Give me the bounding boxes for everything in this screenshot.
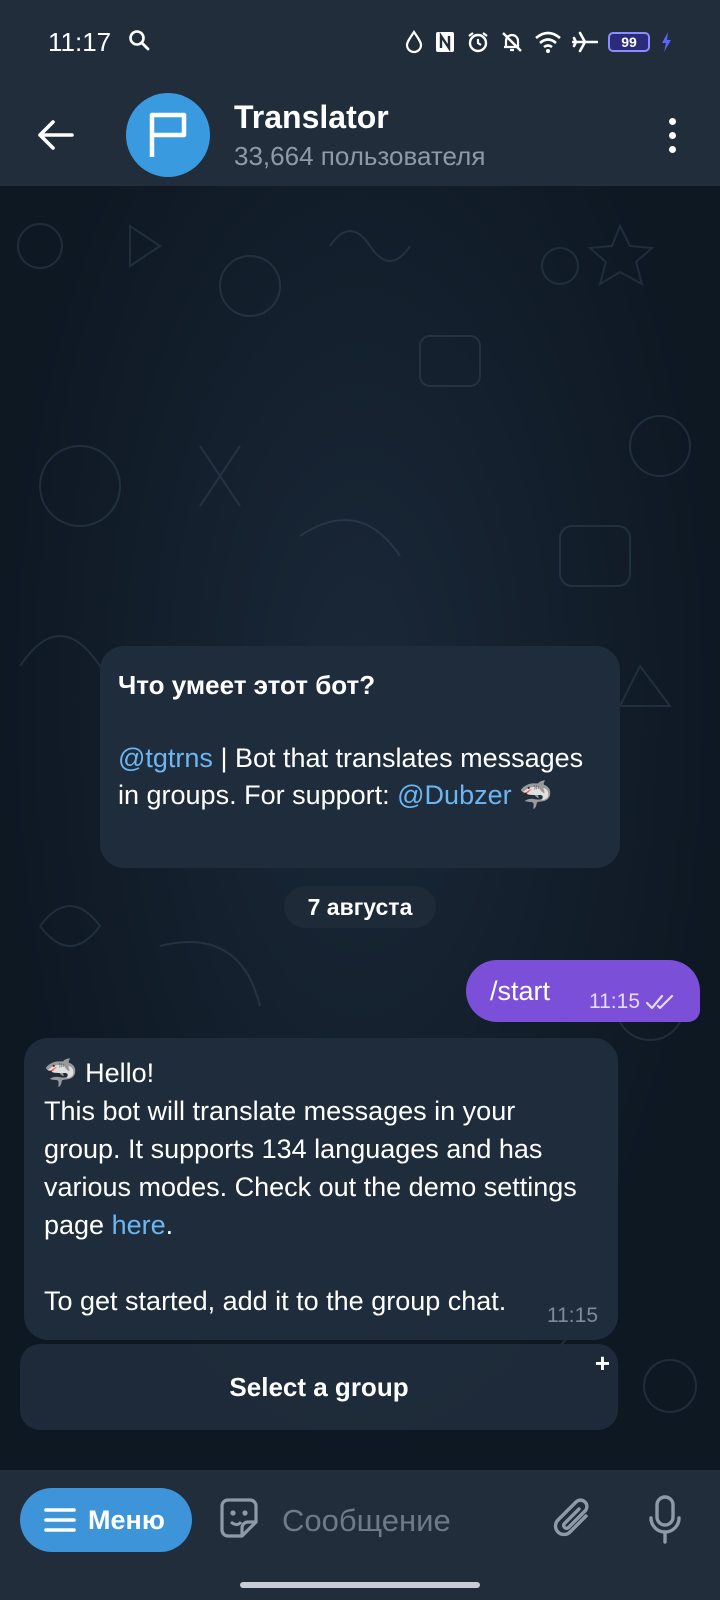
outgoing-message-text: /start <box>490 975 551 1006</box>
menu-button-label: Меню <box>88 1504 165 1535</box>
status-bar: 11:17 99 <box>0 0 720 84</box>
dot <box>668 131 676 139</box>
bot-menu-button[interactable]: Меню <box>20 1488 192 1552</box>
incoming-message-text: 🦈 Hello! This bot will translate message… <box>44 1054 598 1320</box>
outgoing-message-time: 11:15 <box>589 990 640 1013</box>
search-icon <box>127 28 151 57</box>
voice-record-button[interactable] <box>648 1494 682 1551</box>
bot-info-description: @tgtrns | Bot that translates messages i… <box>118 740 602 814</box>
sticker-icon <box>220 1498 258 1538</box>
dot <box>668 117 676 125</box>
sticker-button[interactable] <box>214 1494 264 1549</box>
select-group-button[interactable]: Select a group + <box>20 1344 618 1430</box>
incoming-message-time: 11:15 <box>547 1304 598 1327</box>
mute-bell-icon <box>500 30 524 54</box>
plus-icon: + <box>594 1348 610 1378</box>
status-icons: 99 <box>404 30 672 54</box>
flag-icon <box>149 112 187 157</box>
gesture-nav-handle[interactable] <box>240 1582 480 1588</box>
nfc-icon <box>434 30 456 54</box>
avatar[interactable] <box>126 93 210 177</box>
outgoing-message-meta: 11:15 <box>589 990 676 1014</box>
message-input-bar: Меню <box>0 1470 720 1600</box>
back-arrow-icon <box>38 120 74 150</box>
wifi-icon <box>534 30 562 54</box>
outgoing-message[interactable]: /start 11:15 <box>466 960 700 1022</box>
status-time: 11:17 <box>48 26 112 57</box>
chat-area[interactable]: Что умеет этот бот? @tgtrns | Bot that t… <box>0 186 720 1470</box>
date-separator: 7 августа <box>284 886 436 928</box>
demo-settings-link[interactable]: here <box>112 1210 166 1240</box>
paperclip-icon <box>553 1498 589 1537</box>
dot <box>668 145 676 153</box>
attach-button[interactable] <box>552 1494 596 1549</box>
double-check-icon <box>646 994 674 1010</box>
alarm-icon <box>466 30 490 54</box>
bot-info-card: Что умеет этот бот? @tgtrns | Bot that t… <box>100 646 620 868</box>
support-handle-link[interactable]: @Dubzer <box>397 780 511 810</box>
bot-info-title: Что умеет этот бот? <box>118 670 376 700</box>
select-group-label: Select a group <box>229 1371 409 1402</box>
more-options-button[interactable] <box>652 105 692 165</box>
chat-subtitle: 33,664 пользователя <box>234 141 486 171</box>
chat-title: Translator <box>234 99 389 135</box>
microphone-icon <box>649 1495 681 1544</box>
message-input[interactable] <box>282 1496 532 1546</box>
chat-header: Translator 33,664 пользователя <box>0 84 720 186</box>
battery-indicator: 99 <box>608 32 650 52</box>
shark-emoji: 🦈 <box>519 780 553 810</box>
incoming-message[interactable]: 🦈 Hello! This bot will translate message… <box>24 1038 618 1340</box>
header-text[interactable]: Translator 33,664 пользователя <box>234 97 485 173</box>
airplane-icon <box>572 30 598 54</box>
back-button[interactable] <box>26 105 86 165</box>
shark-emoji: 🦈 <box>44 1058 78 1088</box>
water-drop-icon <box>404 30 424 54</box>
charging-icon <box>660 31 672 53</box>
bot-handle-link[interactable]: @tgtrns <box>118 743 213 773</box>
hamburger-icon <box>44 1508 76 1532</box>
